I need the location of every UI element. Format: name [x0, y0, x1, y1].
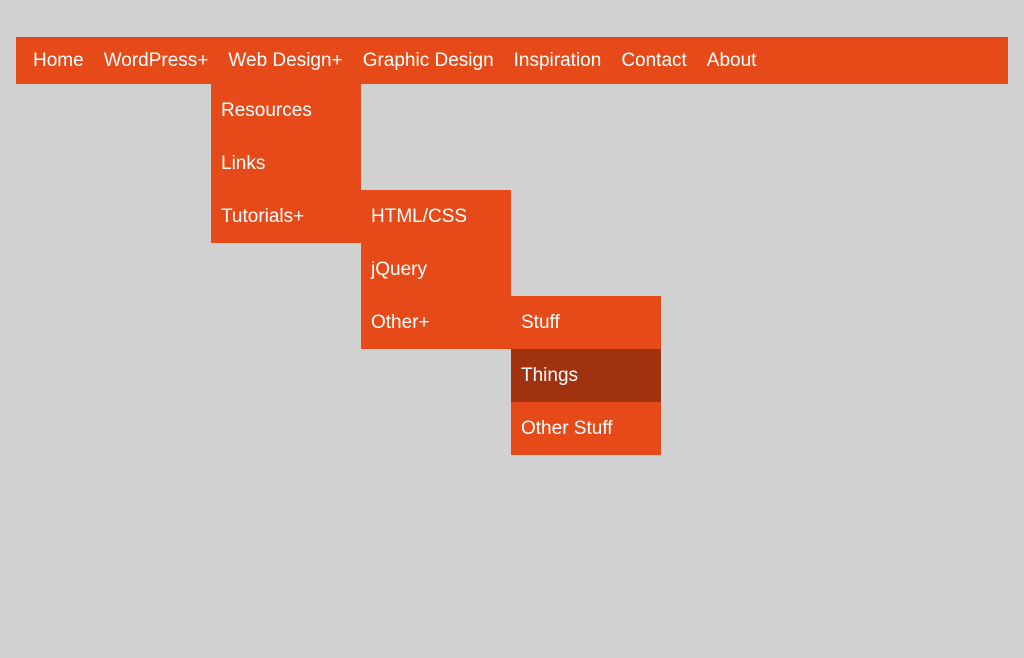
dropdown-item-tutorials-label: Tutorials: [221, 207, 293, 226]
dropdown-item-htmlcss[interactable]: HTML/CSS: [361, 190, 511, 243]
dropdown-item-other[interactable]: Other +: [361, 296, 511, 349]
dropdown-item-things[interactable]: Things: [511, 349, 661, 402]
dropdown-item-other-label: Other: [371, 313, 419, 332]
dropdown-other: Stuff Things Other Stuff: [511, 296, 661, 455]
expand-indicator: +: [197, 51, 208, 70]
dropdown-web-design: Resources Links Tutorials +: [211, 84, 361, 243]
nav-item-web-design-label: Web Design: [228, 51, 331, 70]
nav-item-about[interactable]: About: [697, 37, 767, 84]
nav-item-home[interactable]: Home: [23, 37, 94, 84]
expand-indicator: +: [332, 51, 343, 70]
expand-indicator: +: [293, 207, 304, 226]
dropdown-tutorials: HTML/CSS jQuery Other +: [361, 190, 511, 349]
nav-item-contact[interactable]: Contact: [611, 37, 696, 84]
dropdown-item-links[interactable]: Links: [211, 137, 361, 190]
dropdown-item-tutorials[interactable]: Tutorials +: [211, 190, 361, 243]
nav-item-web-design[interactable]: Web Design +: [218, 37, 352, 84]
menu-wrapper: Home WordPress + Web Design + Graphic De…: [0, 0, 1024, 84]
dropdown-item-jquery[interactable]: jQuery: [361, 243, 511, 296]
nav-item-inspiration[interactable]: Inspiration: [504, 37, 612, 84]
expand-indicator: +: [419, 313, 430, 332]
dropdown-item-other-stuff[interactable]: Other Stuff: [511, 402, 661, 455]
main-nav-bar: Home WordPress + Web Design + Graphic De…: [16, 37, 1008, 84]
nav-item-graphic-design[interactable]: Graphic Design: [353, 37, 504, 84]
nav-item-wordpress[interactable]: WordPress +: [94, 37, 219, 84]
dropdown-item-stuff[interactable]: Stuff: [511, 296, 661, 349]
dropdown-item-resources[interactable]: Resources: [211, 84, 361, 137]
nav-item-wordpress-label: WordPress: [104, 51, 198, 70]
